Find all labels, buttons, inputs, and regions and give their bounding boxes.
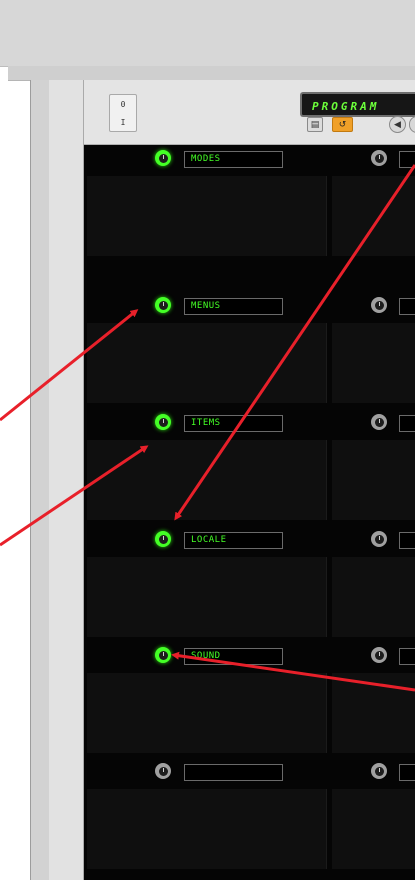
lcd-display: PROGRAM xyxy=(300,92,415,117)
toggle-knob-icon[interactable] xyxy=(371,763,387,779)
slot-body xyxy=(87,673,327,753)
toggle-knob-icon[interactable] xyxy=(155,150,171,166)
slot-header: LOCALE xyxy=(84,526,415,552)
toggle-knob-icon[interactable] xyxy=(155,531,171,547)
device-rack: MODES MENUS ITEMS LOCALE SOUND xyxy=(84,145,415,880)
slot-header: SOUND xyxy=(84,642,415,668)
left-frame-rail xyxy=(30,80,50,880)
slot-name-field[interactable]: MODES xyxy=(184,151,283,168)
power-off-label: I xyxy=(120,117,126,127)
toggle-knob-icon[interactable] xyxy=(155,414,171,430)
toggle-knob-icon[interactable] xyxy=(371,297,387,313)
slot-row-4: LOCALE xyxy=(84,526,415,639)
slot-name-field[interactable]: LOCALE xyxy=(184,532,283,549)
slot-header xyxy=(84,758,415,784)
slot-row-3: ITEMS xyxy=(84,409,415,522)
slot-body xyxy=(332,176,415,256)
slot-header: MODES xyxy=(84,145,415,171)
slot-body xyxy=(332,557,415,637)
previous-button[interactable]: ◀ xyxy=(389,116,406,133)
slot-header: ITEMS xyxy=(84,409,415,435)
copy-button[interactable]: ▤ xyxy=(307,117,323,132)
slot-row-5: SOUND xyxy=(84,642,415,755)
top-toolbar xyxy=(0,0,415,67)
toggle-knob-icon[interactable] xyxy=(371,150,387,166)
slot-name-field-right[interactable] xyxy=(399,298,415,315)
toggle-knob-icon[interactable] xyxy=(371,531,387,547)
slot-body xyxy=(332,440,415,520)
toggle-knob-icon[interactable] xyxy=(155,763,171,779)
toggle-knob-icon[interactable] xyxy=(371,647,387,663)
slot-header: MENUS xyxy=(84,292,415,318)
slot-name-field-right[interactable] xyxy=(399,648,415,665)
slot-name-field-right[interactable] xyxy=(399,415,415,432)
left-frame-panel xyxy=(49,80,84,880)
slot-row-1: MODES xyxy=(84,145,415,258)
slot-body xyxy=(87,176,327,256)
slot-name-field-right[interactable] xyxy=(399,532,415,549)
slot-body xyxy=(332,323,415,403)
slot-body xyxy=(332,673,415,753)
slot-name-field[interactable] xyxy=(184,764,283,781)
undo-button[interactable]: ↺ xyxy=(332,117,353,132)
toolbar-strip xyxy=(8,66,415,81)
slot-body xyxy=(332,789,415,869)
slot-name-field[interactable]: SOUND xyxy=(184,648,283,665)
slot-name-field[interactable]: ITEMS xyxy=(184,415,283,432)
toggle-knob-icon[interactable] xyxy=(155,647,171,663)
slot-name-field-right[interactable] xyxy=(399,151,415,168)
slot-body xyxy=(87,323,327,403)
slot-body xyxy=(87,440,327,520)
power-switch[interactable]: 0 I xyxy=(109,94,137,132)
slot-row-6 xyxy=(84,758,415,871)
slot-name-field[interactable]: MENUS xyxy=(184,298,283,315)
slot-name-field-right[interactable] xyxy=(399,764,415,781)
power-on-label: 0 xyxy=(120,99,126,109)
slot-body xyxy=(87,789,327,869)
toggle-knob-icon[interactable] xyxy=(155,297,171,313)
slot-row-2: MENUS xyxy=(84,292,415,405)
toggle-knob-icon[interactable] xyxy=(371,414,387,430)
slot-body xyxy=(87,557,327,637)
